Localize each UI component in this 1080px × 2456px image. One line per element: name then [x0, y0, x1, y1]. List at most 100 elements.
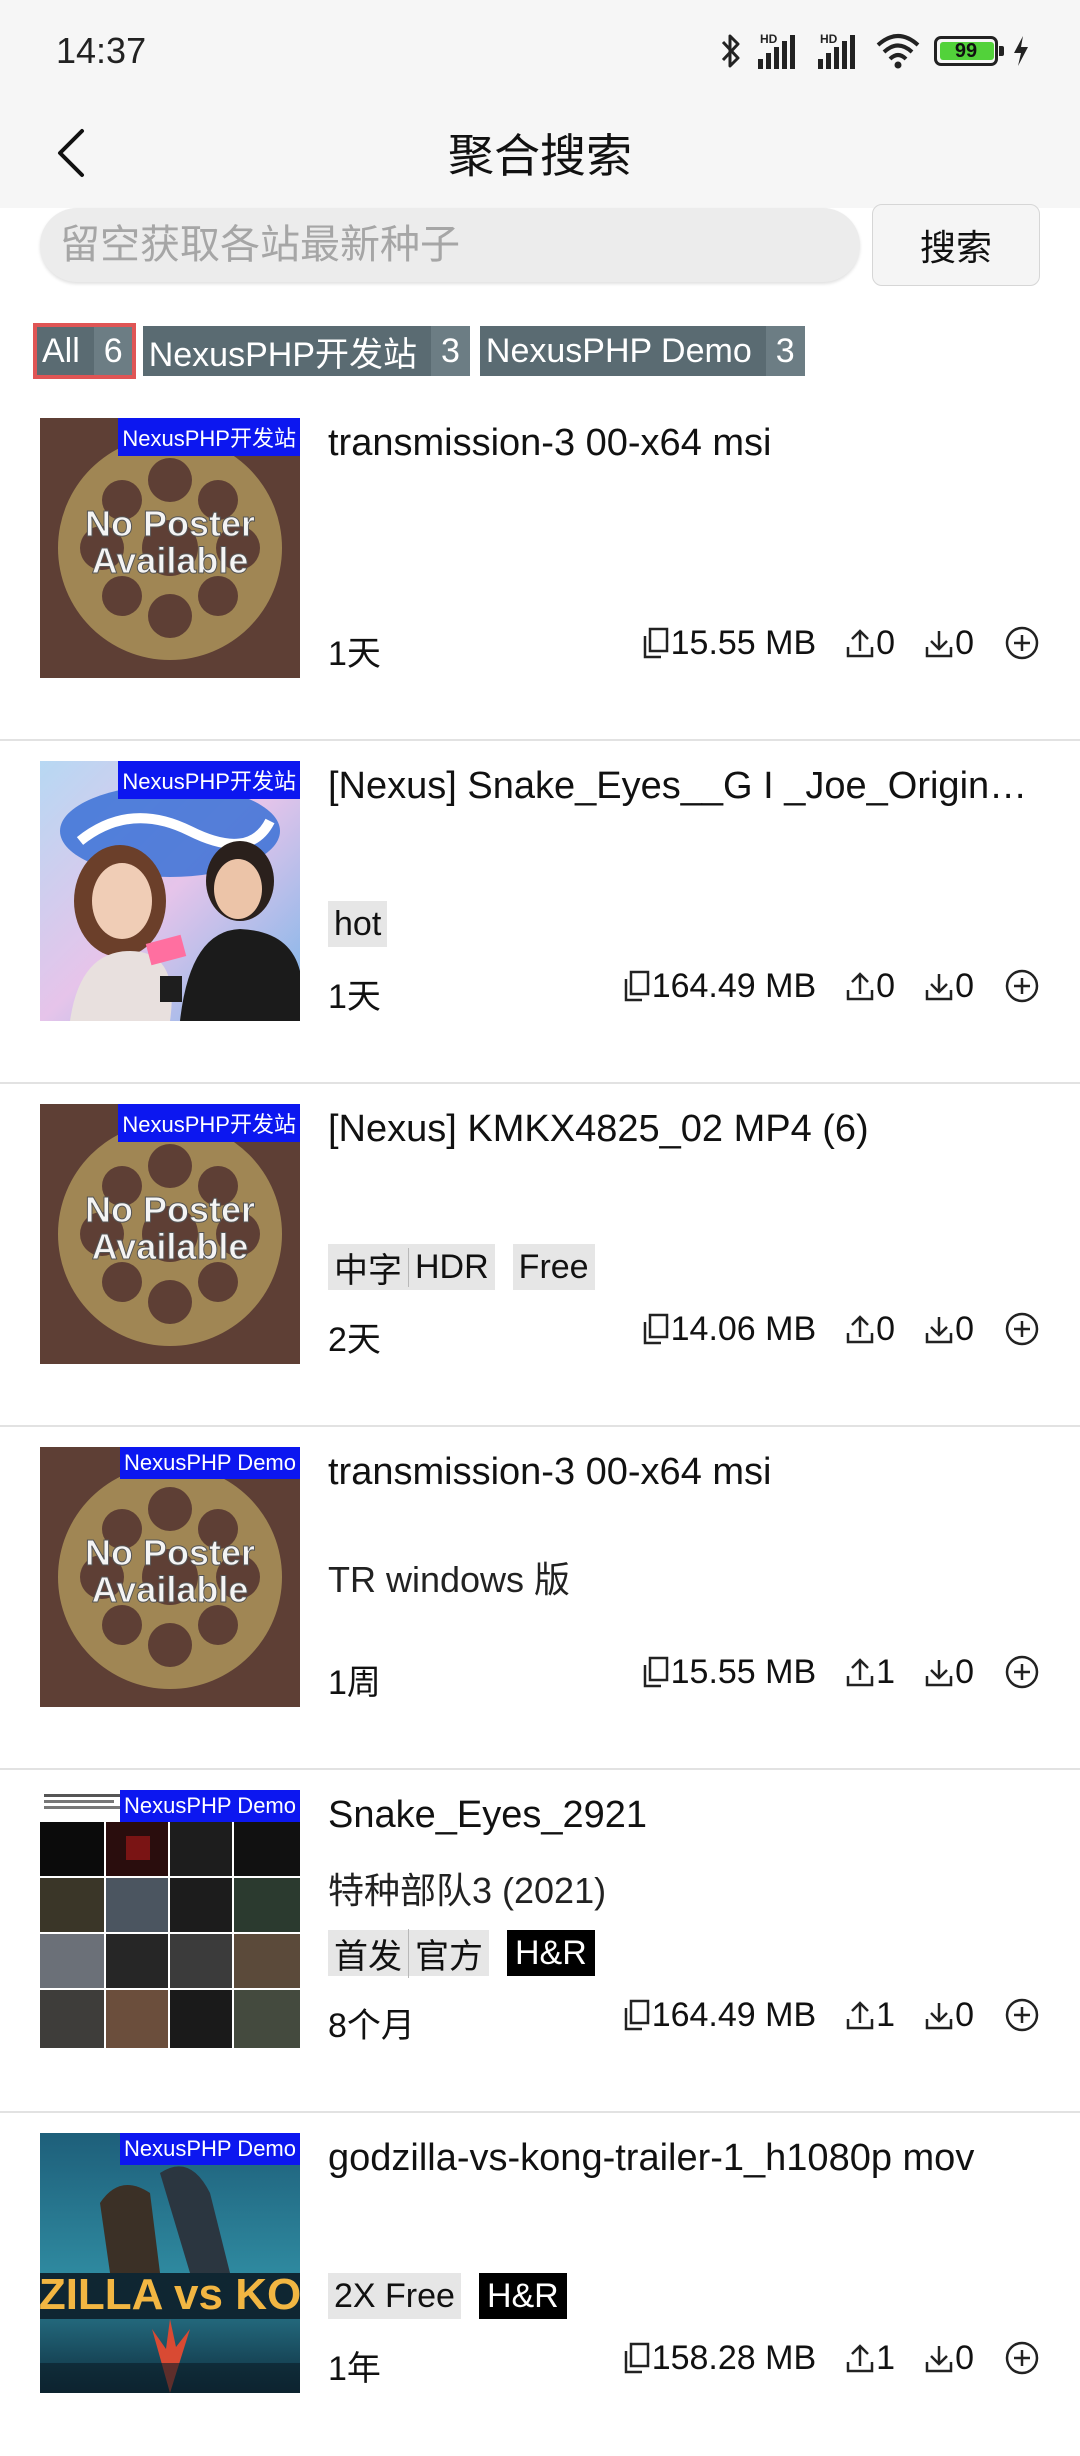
poster-image: No Poster Available NexusPHP开发站: [40, 1104, 300, 1364]
file-size-icon: [643, 1313, 668, 1345]
tag-label: 2X Free: [334, 2276, 455, 2315]
seeders-value: 0: [876, 966, 896, 1005]
file-size-icon: [624, 1999, 649, 2031]
torrent-stats: 15.55 MB 0 0: [643, 620, 1040, 666]
download-icon: [925, 1317, 953, 1344]
torrent-item[interactable]: ODZILLA vs KONG NexusPHP Demo godzilla-v…: [0, 2113, 1080, 2456]
tag-free: Free: [512, 1244, 595, 1290]
site-badge: NexusPHP开发站: [118, 418, 300, 456]
add-download-button[interactable]: [1004, 968, 1040, 1004]
leechers-stat: 0: [925, 1996, 974, 2035]
torrent-stats: 164.49 MB 0 0: [624, 963, 1040, 1009]
torrent-list: No Poster Available NexusPHP开发站 transmis…: [0, 398, 1080, 2456]
torrent-age: 8个月: [328, 2007, 415, 2045]
tag-label: HDR: [408, 1247, 489, 1287]
battery-icon: 99: [934, 36, 1004, 66]
torrent-title: [Nexus] KMKX4825_02 MP4 (6): [328, 1108, 869, 1150]
torrent-age: 1周: [328, 1664, 381, 1702]
torrent-stats: 14.06 MB 0 0: [643, 1306, 1040, 1352]
tag-hot: hot: [328, 901, 388, 947]
file-size-icon: [643, 1656, 668, 1688]
tag-list: hot: [328, 901, 388, 947]
seeders-stat: 1: [846, 1996, 895, 2035]
no-poster-image: No Poster Available: [40, 1447, 300, 1707]
file-size-icon: [624, 970, 649, 1002]
svg-text:HD: HD: [760, 32, 778, 46]
torrent-subtitle: TR windows 版: [328, 1559, 571, 1600]
seeders-value: 1: [876, 2338, 896, 2377]
svg-text:HD: HD: [820, 32, 838, 46]
filter-chip-label: NexusPHP开发站: [148, 335, 417, 374]
search-bar: 搜索: [0, 204, 1080, 296]
torrent-item[interactable]: No Poster Available NexusPHP Demo transm…: [0, 1427, 1080, 1770]
file-size-icon: [643, 627, 668, 659]
tag-label: H&R: [515, 1933, 587, 1972]
upload-icon: [846, 1658, 874, 1687]
download-icon: [925, 1660, 953, 1687]
add-download-button[interactable]: [1004, 1997, 1040, 2033]
movie-poster-image: ODZILLA vs KONG: [40, 2133, 300, 2393]
leechers-value: 0: [955, 2338, 974, 2377]
tag-label: hot: [334, 904, 382, 943]
leechers-value: 0: [955, 1309, 974, 1348]
size-stat: 164.49 MB: [624, 967, 816, 1006]
file-size-icon: [624, 2342, 649, 2374]
battery-percent: 99: [954, 39, 978, 62]
tag-group: 中字 HDR: [328, 1244, 495, 1290]
tag-list: 中字 HDR Free: [328, 1244, 595, 1290]
size-value: 15.55 MB: [670, 1652, 817, 1691]
search-input[interactable]: [40, 208, 860, 282]
svg-text:No Poster: No Poster: [85, 503, 255, 544]
bluetooth-icon: [721, 34, 740, 68]
torrent-item[interactable]: No Poster Available NexusPHP开发站 transmis…: [0, 398, 1080, 741]
plus-circle-icon: [1005, 1655, 1039, 1689]
upload-icon: [846, 2344, 874, 2373]
plus-circle-icon: [1005, 969, 1039, 1003]
size-stat: 15.55 MB: [643, 1652, 817, 1692]
add-download-button[interactable]: [1004, 625, 1040, 661]
contact-sheet-image: [40, 1790, 300, 2050]
torrent-title: transmission-3 00-x64 msi: [328, 422, 772, 464]
add-download-button[interactable]: [1004, 2340, 1040, 2376]
status-time: 14:37: [56, 30, 147, 71]
download-icon: [925, 2003, 953, 2030]
torrent-title: transmission-3 00-x64 msi: [328, 1451, 772, 1493]
torrent-subtitle: 特种部队3 (2021): [328, 1870, 607, 1911]
size-value: 164.49 MB: [651, 1995, 817, 2034]
add-download-button[interactable]: [1004, 1311, 1040, 1347]
filter-chip-nexusphp-demo[interactable]: NexusPHP Demo 3: [479, 326, 805, 376]
status-icons: HD HD 99: [720, 28, 1030, 74]
size-value: 15.55 MB: [670, 623, 817, 662]
torrent-item[interactable]: NexusPHP开发站 [Nexus] Snake_Eyes__G I _Joe…: [0, 741, 1080, 1084]
seeders-stat: 0: [846, 1310, 895, 1349]
torrent-stats: 15.55 MB 1 0: [643, 1649, 1040, 1695]
site-filter-bar: All 6 NexusPHP开发站 3 NexusPHP Demo 3: [33, 323, 805, 379]
size-value: 158.28 MB: [651, 2338, 817, 2377]
charging-icon: [1014, 36, 1028, 66]
tag-group: 首发 官方: [328, 1928, 489, 1978]
upload-icon: [846, 2001, 874, 2030]
tag-free: 2X Free: [328, 2273, 461, 2319]
no-poster-image: No Poster Available: [40, 1104, 300, 1364]
torrent-title: godzilla-vs-kong-trailer-1_h1080p mov: [328, 2137, 975, 2179]
tag-label: 官方: [408, 1928, 483, 1978]
leechers-value: 0: [955, 623, 974, 662]
filter-chip-count: 6: [93, 326, 133, 376]
seeders-value: 1: [876, 1995, 896, 2034]
leechers-stat: 0: [925, 2339, 974, 2378]
torrent-item[interactable]: No Poster Available NexusPHP开发站 [Nexus] …: [0, 1084, 1080, 1427]
filter-chip-label: All: [42, 331, 80, 370]
size-value: 14.06 MB: [670, 1309, 817, 1348]
no-poster-image: No Poster Available: [40, 418, 300, 678]
poster-image: NexusPHP Demo: [40, 1790, 300, 2050]
search-button[interactable]: 搜索: [872, 204, 1040, 286]
torrent-item[interactable]: NexusPHP Demo Snake_Eyes_2921 特种部队3 (202…: [0, 1770, 1080, 2113]
download-icon: [925, 631, 953, 658]
status-bar: 14:37 HD HD 99: [0, 0, 1080, 100]
leechers-value: 0: [955, 1652, 974, 1691]
add-download-button[interactable]: [1004, 1654, 1040, 1690]
filter-chip-nexusphp-dev[interactable]: NexusPHP开发站 3: [142, 326, 470, 376]
poster-title-art: ODZILLA vs KONG: [40, 2270, 300, 2319]
filter-chip-all[interactable]: All 6: [33, 323, 136, 379]
poster-image: NexusPHP开发站: [40, 761, 300, 1021]
